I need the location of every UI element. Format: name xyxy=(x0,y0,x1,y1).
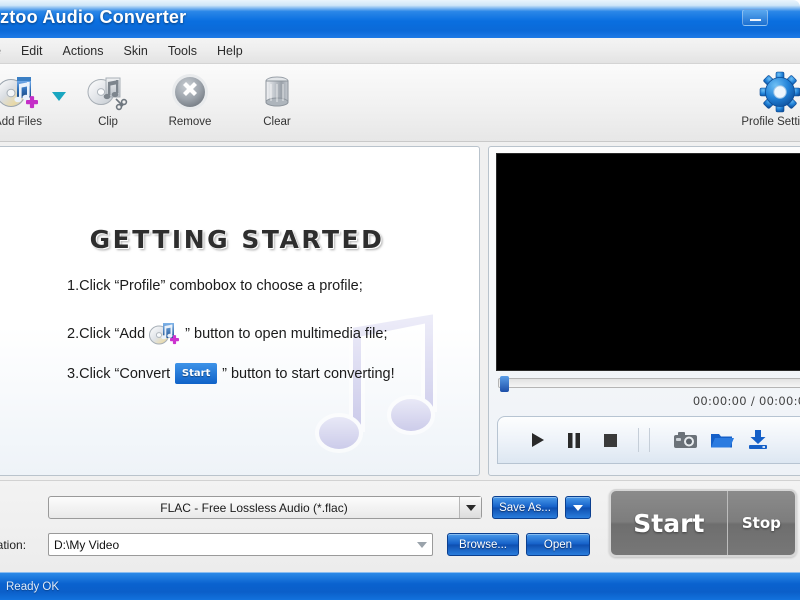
save-media-button[interactable] xyxy=(740,420,776,460)
window-title: ztoo Audio Converter xyxy=(0,7,187,27)
preview-panel: 00:00:00 / 00:00:00 xyxy=(488,146,800,476)
clear-button[interactable]: Clear xyxy=(237,70,317,128)
inline-start-button-icon: Start xyxy=(175,363,218,384)
menu-bar: e Edit Actions Skin Tools Help xyxy=(0,38,800,64)
step-3-text-after: ” button to start converting! xyxy=(222,365,395,382)
save-as-button[interactable]: Save As... xyxy=(492,496,558,519)
open-folder-button[interactable] xyxy=(704,420,740,460)
menu-item-file[interactable]: e xyxy=(0,41,11,61)
stop-icon xyxy=(603,433,617,447)
start-stop-group: Start Stop xyxy=(609,489,797,557)
menu-item-edit[interactable]: Edit xyxy=(11,41,53,61)
stop-button[interactable] xyxy=(592,420,628,460)
gear-icon xyxy=(757,70,800,114)
profile-settings-label: Profile Settings xyxy=(741,116,800,128)
controls-divider-2 xyxy=(649,428,650,452)
seek-slider[interactable] xyxy=(498,376,800,392)
profile-value: FLAC - Free Lossless Audio (*.flac) xyxy=(160,500,348,515)
menu-item-tools[interactable]: Tools xyxy=(158,41,207,61)
add-files-label: Add Files xyxy=(0,116,42,128)
profile-combobox[interactable]: FLAC - Free Lossless Audio (*.flac) xyxy=(48,496,482,519)
video-display[interactable] xyxy=(496,153,800,371)
getting-started-step-3: 3.Click “Convert Start ” button to start… xyxy=(67,363,395,384)
play-icon xyxy=(532,433,544,447)
playback-controls xyxy=(497,416,800,464)
pause-icon xyxy=(568,432,580,448)
profile-dropdown-arrow[interactable] xyxy=(459,497,481,518)
timecode-display: 00:00:00 / 00:00:00 xyxy=(692,394,800,408)
destination-label: stination: xyxy=(0,538,27,552)
open-button[interactable]: Open xyxy=(526,533,590,556)
add-files-dropdown-icon[interactable] xyxy=(52,92,66,101)
stop-button[interactable]: Stop xyxy=(728,491,795,555)
start-button[interactable]: Start xyxy=(611,491,728,555)
chevron-down-icon xyxy=(573,504,583,511)
folder-icon xyxy=(711,433,734,447)
clear-icon xyxy=(257,70,297,114)
title-bar[interactable]: ztoo Audio Converter xyxy=(0,0,800,38)
minimize-icon xyxy=(750,19,761,21)
step-3-text-before: 3.Click “Convert xyxy=(67,365,171,382)
application-window: ztoo Audio Converter e Edit Actions Skin… xyxy=(0,0,800,600)
clip-label: Clip xyxy=(98,116,118,128)
save-as-dropdown-button[interactable] xyxy=(565,496,591,519)
download-icon xyxy=(749,430,767,449)
toolbar: Add Files xyxy=(0,64,800,142)
menu-item-help[interactable]: Help xyxy=(207,41,253,61)
profile-label: file: xyxy=(0,503,1,517)
snapshot-button[interactable] xyxy=(668,420,704,460)
browse-button[interactable]: Browse... xyxy=(447,533,519,556)
controls-divider xyxy=(638,428,639,452)
window-controls xyxy=(742,9,768,26)
getting-started-step-2: 2.Click “Add ” button to open multimedia… xyxy=(67,320,387,348)
pause-button[interactable] xyxy=(556,420,592,460)
add-files-button[interactable]: Add Files xyxy=(0,70,58,128)
getting-started-heading: GETTING STARTED xyxy=(89,225,385,254)
clear-label: Clear xyxy=(263,116,291,128)
file-list-panel[interactable]: GETTING STARTED 1.Click “Profile” combob… xyxy=(0,146,480,476)
chevron-down-icon xyxy=(417,541,427,548)
destination-dropdown-arrow[interactable] xyxy=(412,534,432,555)
profile-settings-button[interactable]: Profile Settings xyxy=(740,70,800,128)
seek-handle[interactable] xyxy=(500,376,509,392)
camera-icon xyxy=(674,431,697,448)
step-2-text-after: ” button to open multimedia file; xyxy=(185,326,388,342)
destination-combobox[interactable]: D:\My Video xyxy=(48,533,433,556)
add-files-icon xyxy=(0,70,41,114)
menu-item-actions[interactable]: Actions xyxy=(53,41,114,61)
remove-button[interactable]: Remove xyxy=(150,70,230,128)
minimize-button[interactable] xyxy=(742,9,768,26)
clip-button[interactable]: Clip xyxy=(68,70,148,128)
clip-icon xyxy=(86,70,130,114)
menu-item-skin[interactable]: Skin xyxy=(114,41,158,61)
add-files-inline-icon xyxy=(149,320,181,348)
main-content: GETTING STARTED 1.Click “Profile” combob… xyxy=(0,142,800,480)
remove-icon xyxy=(168,70,212,114)
destination-value: D:\My Video xyxy=(54,537,120,552)
step-1-text: 1.Click “Profile” combobox to choose a p… xyxy=(67,278,363,294)
step-2-text-before: 2.Click “Add xyxy=(67,326,146,342)
remove-label: Remove xyxy=(168,116,212,128)
chevron-down-icon xyxy=(465,504,476,511)
play-button[interactable] xyxy=(520,420,556,460)
status-bar: Ready OK xyxy=(0,572,800,600)
getting-started-step-1: 1.Click “Profile” combobox to choose a p… xyxy=(67,278,363,294)
status-text: Ready OK xyxy=(6,580,60,593)
